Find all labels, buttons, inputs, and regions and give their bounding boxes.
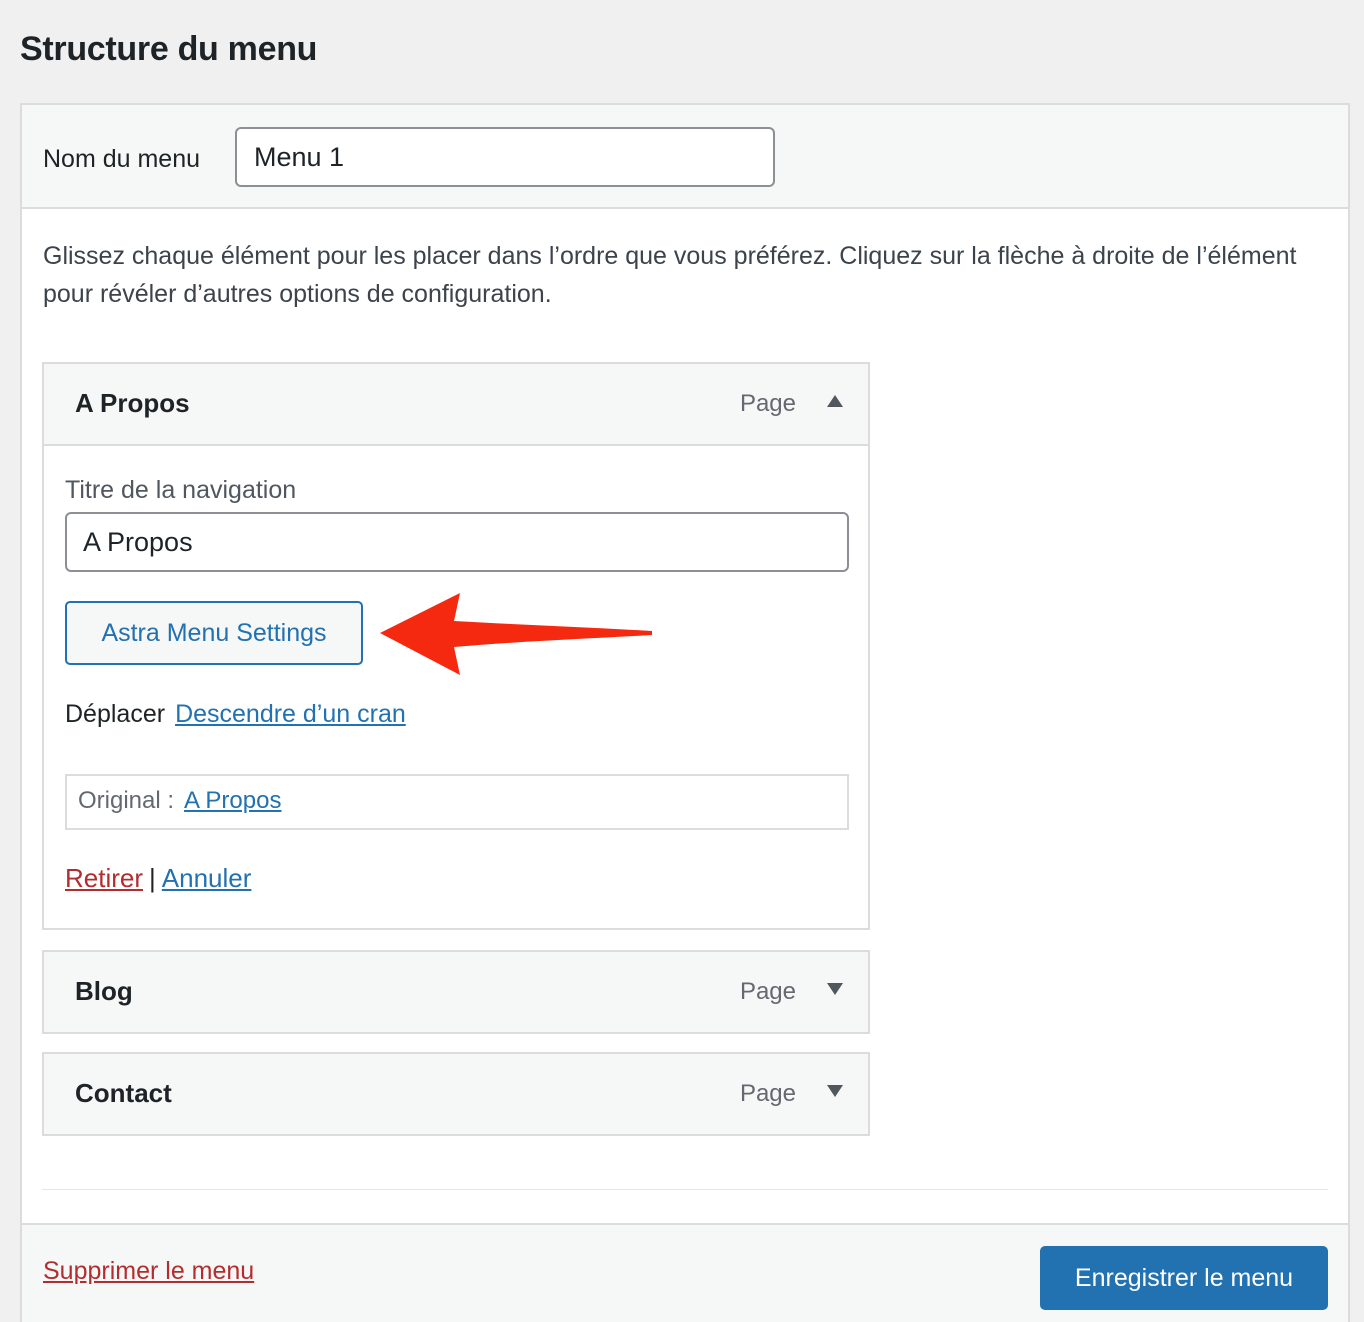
instructions-text: Glissez chaque élément pour les placer d… [43,242,1297,308]
move-row: Déplacer Descendre d’un cran [65,700,406,729]
triangle-up-icon[interactable] [826,394,844,408]
menu-item-handle[interactable]: Blog Page [44,952,868,1032]
menu-item-title: A Propos [75,388,190,418]
red-arrow-icon [380,593,652,675]
triangle-down-icon[interactable] [826,1084,844,1098]
save-menu-button[interactable]: Enregistrer le menu [1040,1246,1328,1310]
menu-item-handle[interactable]: A Propos Page [44,364,868,444]
menu-item-settings: Titre de la navigation Astra Menu Settin… [44,444,868,928]
menu-item-contact: Contact Page [42,1052,870,1136]
menu-name-input[interactable] [235,127,775,187]
menu-item-a-propos: A Propos Page Titre de la navigation Ast… [42,362,870,930]
menu-item-type: Page [739,1080,796,1107]
menu-item-type: Page [739,978,796,1005]
menu-name-label: Nom du menu [43,145,201,173]
nav-title-input[interactable] [65,512,849,572]
cancel-link[interactable]: Annuler [162,863,252,893]
original-label: Original : [78,787,175,814]
menu-name-header: Nom du menu [22,105,1348,209]
item-actions: Retirer | Annuler [65,863,251,894]
move-label: Déplacer [65,700,166,728]
original-box: Original : A Propos [65,774,849,830]
menu-item-type: Page [739,390,796,417]
menu-item-handle[interactable]: Contact Page [44,1054,868,1134]
menu-item-title: Blog [75,976,133,1006]
menu-item-blog: Blog Page [42,950,870,1034]
astra-menu-settings-button[interactable]: Astra Menu Settings [65,601,363,665]
actions-separator: | [149,863,156,893]
original-link[interactable]: A Propos [184,787,281,814]
page-title: Structure du menu [20,30,318,68]
panel-divider [42,1189,1328,1190]
menu-structure-panel: Nom du menu Glissez chaque élément pour … [20,103,1350,1322]
delete-menu-link[interactable]: Supprimer le menu [43,1257,254,1286]
move-down-link[interactable]: Descendre d’un cran [175,700,406,728]
remove-link[interactable]: Retirer [65,863,143,893]
triangle-down-icon[interactable] [826,982,844,996]
menu-item-title: Contact [75,1078,172,1108]
panel-footer: Supprimer le menu Enregistrer le menu [22,1223,1348,1322]
nav-title-label: Titre de la navigation [65,476,297,504]
